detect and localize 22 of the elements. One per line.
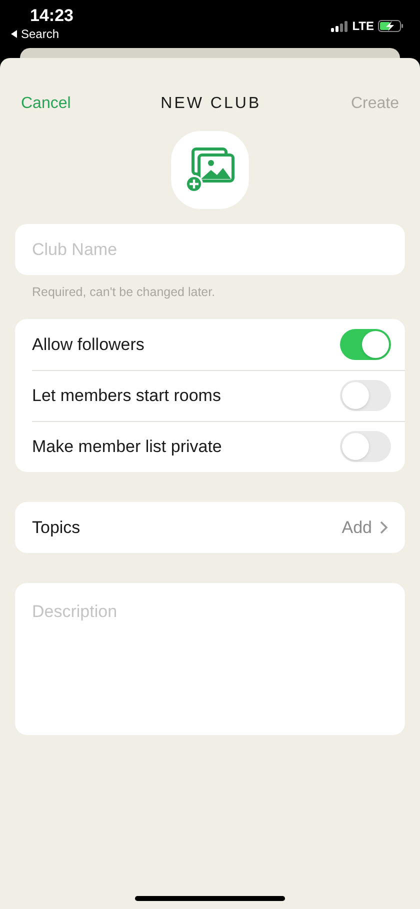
status-time: 14:23 [30, 6, 74, 26]
toggle-switch[interactable] [340, 431, 391, 462]
signal-icon [331, 20, 348, 32]
chevron-right-icon [380, 520, 388, 534]
setting-label: Allow followers [32, 334, 144, 356]
battery-charging-icon [378, 20, 404, 32]
network-label: LTE [352, 18, 374, 35]
add-photo-icon [185, 147, 235, 193]
setting-label: Let members start rooms [32, 385, 221, 407]
screen-title: NEW CLUB [160, 94, 262, 114]
topics-label: Topics [32, 516, 80, 538]
add-photo-button[interactable] [171, 131, 249, 209]
topics-row[interactable]: Topics Add [15, 502, 405, 553]
toggle-switch[interactable] [340, 328, 391, 360]
toggle-switch[interactable] [340, 380, 391, 412]
description-field[interactable]: Description [15, 582, 405, 735]
club-name-field[interactable]: Club Name [15, 224, 405, 275]
back-arrow-icon [10, 30, 18, 38]
setting-label: Make member list private [32, 436, 222, 458]
club-name-hint: Required, can't be changed later. [31, 284, 216, 301]
add-label: Add [342, 516, 372, 538]
back-link[interactable]: Search [10, 26, 74, 42]
